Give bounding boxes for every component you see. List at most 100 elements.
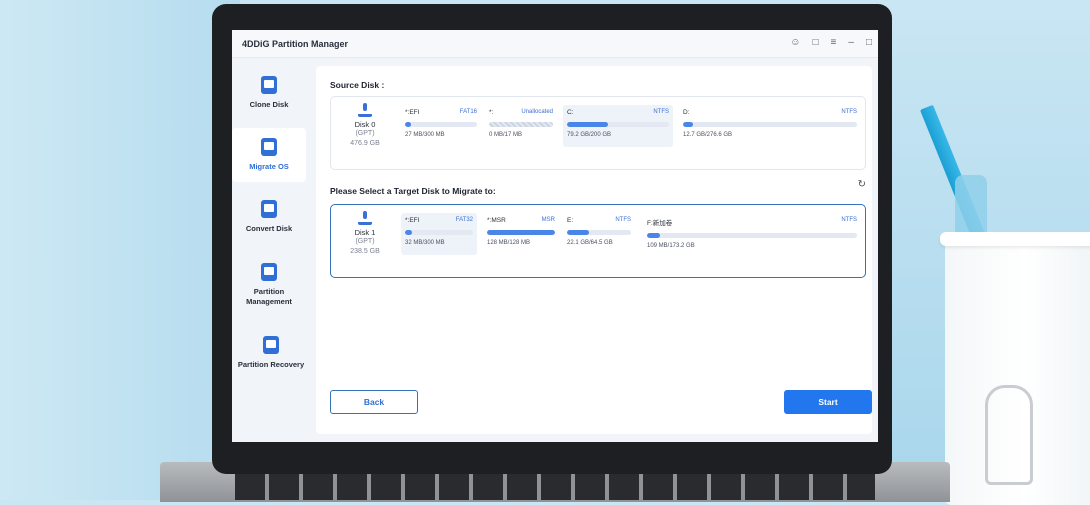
partition-item[interactable]: *:EFI FAT32 32 MB/300 MB <box>401 213 477 255</box>
partition-usage-fill <box>405 230 412 235</box>
partition-usage-bar <box>405 122 477 127</box>
partition-type: Unallocated <box>521 109 553 115</box>
partition-usage-fill <box>683 122 694 127</box>
partition-item[interactable]: D: NTFS 12.7 GB/276.6 GB <box>679 105 861 147</box>
target-disk-title: Please Select a Target Disk to Migrate t… <box>330 186 496 196</box>
sidebar-item-label: Clone Disk <box>249 100 289 109</box>
disk-icon <box>358 211 372 225</box>
partition-usage-bar <box>647 233 857 238</box>
partition-header: *:EFI FAT16 <box>405 109 477 116</box>
menu-icon[interactable]: ≡ <box>831 38 837 48</box>
partition-header: C: NTFS <box>567 109 669 116</box>
partition-usage-bar <box>567 230 631 235</box>
partition-label: *:EFI <box>405 109 420 116</box>
target-disk-card[interactable]: Disk 1 (GPT) 238.5 GB *:EFI FAT32 32 MB/30… <box>330 204 866 278</box>
partition-header: E: NTFS <box>567 217 631 224</box>
partition-type: MSR <box>541 217 555 223</box>
sidebar-item-clone-disk[interactable]: Clone Disk <box>232 66 306 120</box>
partition-label: E: <box>567 217 574 224</box>
target-disk-info: Disk 1 (GPT) 238.5 GB <box>339 211 391 257</box>
partition-label: *:MSR <box>487 217 506 224</box>
binder-clip-prop <box>985 385 1033 485</box>
partition-size: 27 MB/300 MB <box>405 132 445 138</box>
sidebar-item-label: Partition Recovery <box>237 360 305 369</box>
partition-usage-bar <box>567 122 669 127</box>
partition-usage-bar <box>489 122 553 127</box>
partition-header: F:新加卷 NTFS <box>647 217 857 227</box>
partition-size: 0 MB/17 MB <box>489 132 523 138</box>
partition-type: NTFS <box>615 217 631 223</box>
disk-icon <box>358 103 372 117</box>
partition-usage-fill <box>487 230 555 235</box>
start-button[interactable]: Start <box>784 390 872 414</box>
account-icon[interactable]: ☺ <box>790 38 800 48</box>
partition-size: 128 MB/128 MB <box>487 240 531 246</box>
partition-item[interactable]: E: NTFS 22.1 GB/64.5 GB <box>563 213 635 255</box>
partition-size: 32 MB/300 MB <box>405 240 445 246</box>
partition-label: D: <box>683 109 690 116</box>
feedback-icon[interactable]: □ <box>813 38 819 48</box>
partition-type: FAT16 <box>459 109 477 115</box>
disk-scheme: (GPT) <box>355 238 375 245</box>
migrate-os-icon <box>261 138 277 156</box>
partition-header: *:MSR MSR <box>487 217 555 224</box>
partition-label: *: <box>489 109 494 116</box>
titlebar-controls: ☺ □ ≡ – □ <box>790 38 872 48</box>
source-disk-title: Source Disk : <box>330 80 385 90</box>
pen-cup-rim <box>940 232 1090 246</box>
sidebar-item-convert-disk[interactable]: Convert Disk <box>232 190 306 244</box>
sidebar-item-partition-management[interactable]: Partition Management <box>232 254 306 316</box>
sidebar-item-label: Convert Disk <box>245 224 293 233</box>
laptop-keys <box>235 470 875 500</box>
partition-usage-fill <box>405 122 412 127</box>
partition-type: NTFS <box>841 109 857 115</box>
partition-item[interactable]: *:MSR MSR 128 MB/128 MB <box>483 213 559 255</box>
partition-usage-bar <box>487 230 555 235</box>
source-disk-card: Disk 0 (GPT) 476.9 GB *:EFI FAT16 27 MB/30… <box>330 96 866 170</box>
partition-label: *:EFI <box>405 217 420 224</box>
disk-name: Disk 0 <box>354 120 376 129</box>
partition-label: F:新加卷 <box>647 220 673 227</box>
disk-size: 476.9 GB <box>350 140 380 147</box>
partition-usage-fill <box>647 233 660 238</box>
partition-header: *: Unallocated <box>489 109 553 116</box>
background-wall <box>0 0 240 500</box>
partition-type: FAT32 <box>455 217 473 223</box>
sidebar-item-partition-recovery[interactable]: Partition Recovery <box>232 326 310 380</box>
partition-usage-bar <box>405 230 473 235</box>
sidebar-item-migrate-os[interactable]: Migrate OS <box>232 128 306 182</box>
sidebar-item-label: Partition Management <box>246 287 292 306</box>
partition-header: D: NTFS <box>683 109 857 116</box>
partition-label: C: <box>567 109 574 116</box>
partition-header: *:EFI FAT32 <box>405 217 473 224</box>
refresh-icon[interactable]: ↻ <box>858 179 866 190</box>
partition-item[interactable]: *: Unallocated 0 MB/17 MB <box>485 105 557 147</box>
partition-item[interactable]: *:EFI FAT16 27 MB/300 MB <box>401 105 481 147</box>
titlebar: 4DDiG Partition Manager ☺ □ ≡ – □ <box>232 30 878 58</box>
partition-usage-fill <box>567 230 589 235</box>
back-button[interactable]: Back <box>330 390 418 414</box>
disk-size: 238.5 GB <box>350 248 380 255</box>
partition-type: NTFS <box>653 109 669 115</box>
partition-item[interactable]: F:新加卷 NTFS 109 MB/173.2 GB <box>643 213 861 255</box>
partition-usage-fill <box>567 122 608 127</box>
clone-disk-icon <box>261 76 277 94</box>
convert-disk-icon <box>261 200 277 218</box>
partition-recovery-icon <box>263 336 279 354</box>
source-disk-info: Disk 0 (GPT) 476.9 GB <box>339 103 391 149</box>
sidebar-item-label: Migrate OS <box>249 162 289 171</box>
maximize-icon[interactable]: □ <box>866 38 872 48</box>
main-panel: Source Disk : Disk 0 (GPT) 476.9 GB *:EF… <box>316 66 872 434</box>
minimize-icon[interactable]: – <box>848 38 854 48</box>
disk-name: Disk 1 <box>354 228 376 237</box>
partition-item[interactable]: C: NTFS 79.2 GB/200 GB <box>563 105 673 147</box>
partition-size: 22.1 GB/64.5 GB <box>567 240 613 246</box>
sidebar: Clone Disk Migrate OS Convert Disk Parti… <box>232 58 310 442</box>
partition-size: 109 MB/173.2 GB <box>647 243 695 249</box>
partition-usage-bar <box>683 122 857 127</box>
disk-scheme: (GPT) <box>355 130 375 137</box>
partition-management-icon <box>261 263 277 281</box>
app-title: 4DDiG Partition Manager <box>242 38 349 49</box>
partition-size: 79.2 GB/200 GB <box>567 132 612 138</box>
app-window: 4DDiG Partition Manager ☺ □ ≡ – □ Clone … <box>232 30 878 442</box>
